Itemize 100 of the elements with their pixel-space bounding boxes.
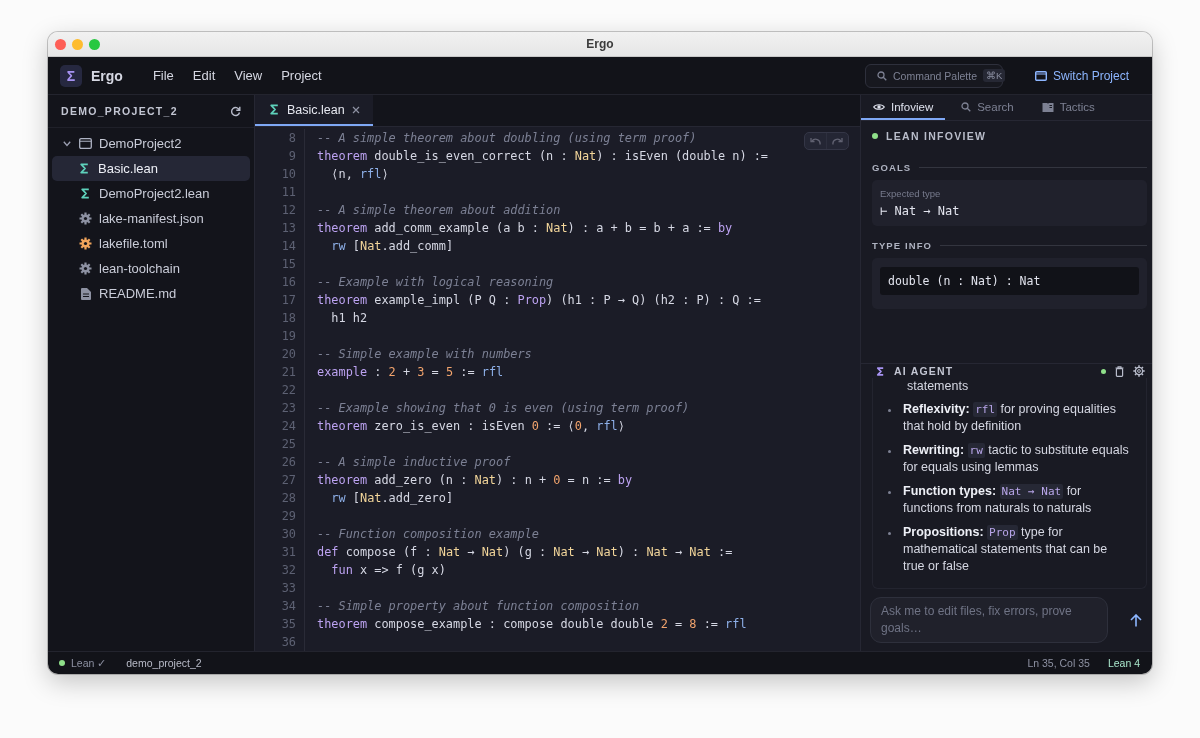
settings-button[interactable] <box>1133 365 1145 377</box>
code-line: theorem add_zero (n : Nat) : n + 0 = n := by <box>317 472 633 489</box>
line-number: 21 <box>280 364 296 381</box>
panel-title: AI AGENT <box>894 365 954 377</box>
code-line: -- Example showing that 0 is even (using term proof) <box>317 400 690 417</box>
line-number: 9 <box>287 148 296 165</box>
file-tree-item[interactable]: DemoProject2.lean <box>52 181 250 206</box>
shortcut-key: ⌘K <box>983 69 1006 82</box>
line-number: 26 <box>280 454 296 471</box>
line-number: 33 <box>280 580 296 597</box>
panel-tab[interactable]: Search <box>949 95 1026 120</box>
menu-item[interactable]: File <box>146 64 180 87</box>
maximize-button[interactable] <box>89 38 100 50</box>
code-line: h1 h2 <box>330 310 368 327</box>
line-number: 35 <box>280 616 296 633</box>
code-line: fun x => f (g x) <box>330 562 446 579</box>
document-icon <box>80 287 91 300</box>
folder-icon <box>79 138 92 149</box>
line-number: 30 <box>280 526 296 543</box>
gear-icon <box>79 262 92 275</box>
sigma-icon <box>876 366 885 376</box>
menu-item[interactable]: Project <box>275 64 328 87</box>
language-mode[interactable]: Lean 4 <box>1107 657 1140 669</box>
project-name: demo_project_2 <box>126 657 202 669</box>
panel-title: LEAN INFOVIEW <box>886 130 987 142</box>
close-icon <box>351 105 360 114</box>
line-number: 36 <box>280 634 296 651</box>
chat-input[interactable]: Ask me to edit files, fix errors, prove goals… <box>870 597 1108 643</box>
app-logo: Σ <box>60 64 82 87</box>
section-heading: GOALS <box>872 162 912 173</box>
menu-item[interactable]: Edit <box>186 64 222 87</box>
command-palette-button[interactable]: Command Palette ⌘K <box>864 63 1003 88</box>
code-line: def compose (f : Nat → Nat) (g : Nat → Nat) : Nat → Nat := <box>317 544 733 561</box>
line-number: 32 <box>280 562 296 579</box>
panel-tab[interactable]: Tactics <box>1029 95 1107 120</box>
sigma-icon <box>80 188 91 199</box>
refresh-icon <box>230 105 241 117</box>
code-line: -- A simple inductive proof <box>317 454 511 471</box>
trash-icon <box>1115 365 1124 377</box>
bullet-text: Rewriting: rw tactic to substitute equals for equals using lemmas <box>903 442 1130 476</box>
code-line: example : 2 + 3 = 5 := rfl <box>317 364 504 381</box>
panel-tab[interactable]: Infoview <box>861 95 946 120</box>
code-line: theorem zero_is_even : isEven 0 := ⟨0, rfl⟩ <box>317 418 625 435</box>
menu-item[interactable]: View <box>228 64 269 87</box>
delete-button[interactable] <box>1115 365 1124 377</box>
gear-icon <box>79 212 92 225</box>
code-line: theorem double_is_even_correct (n : Nat) : isEven (double n) := <box>317 148 769 165</box>
app-name: Ergo <box>91 67 123 84</box>
file-tree-item[interactable]: lakefile.toml <box>52 231 250 256</box>
undo-icon <box>810 137 821 145</box>
file-tree-item[interactable]: DemoProject2 <box>52 131 250 156</box>
chevron-icon <box>63 140 71 147</box>
folder-icon <box>1034 70 1047 81</box>
switch-project-button[interactable]: Switch Project <box>1032 66 1131 85</box>
sigma-icon <box>79 163 90 174</box>
sigma-icon <box>269 104 280 115</box>
code-line: theorem example_impl (P Q : Prop) (h1 : P → Q) (h2 : P) : Q := <box>317 292 761 309</box>
redo-icon <box>832 137 843 145</box>
code-line: rw [Nat.add_comm] <box>330 238 454 255</box>
line-number: 18 <box>280 310 296 327</box>
code-line: -- A simple theorem about addition <box>317 202 561 219</box>
gear-icon <box>79 237 92 250</box>
bullet-text: Propositions: Prop type for mathematical statements that can be true or false <box>903 524 1109 575</box>
file-tree-item[interactable]: lake-manifest.json <box>52 206 250 231</box>
line-number: 22 <box>280 382 296 399</box>
type-signature: double (n : Nat) : Nat <box>880 267 1139 295</box>
file-tab[interactable]: Basic.lean <box>255 95 373 126</box>
file-tree-item[interactable]: README.md <box>52 281 250 306</box>
arrow-up-icon <box>1130 613 1142 627</box>
line-number: 10 <box>280 166 296 183</box>
code-line: theorem add_comm_example (a b : Nat) : a + b = b + a := by <box>317 220 733 237</box>
lean-status: Lean ✓ <box>71 657 107 669</box>
minimize-button[interactable] <box>72 38 83 50</box>
line-number: 12 <box>280 202 296 219</box>
line-number: 24 <box>280 418 296 435</box>
line-number: 14 <box>280 238 296 255</box>
line-number: 19 <box>280 328 296 345</box>
code-line: ⟨n, rfl⟩ <box>330 166 389 183</box>
line-number: 31 <box>280 544 296 561</box>
bullet-text: Reflexivity: rfl for proving equalities that hold by definition <box>903 401 1117 435</box>
line-number: 29 <box>280 508 296 525</box>
project-title: DEMO_PROJECT_2 <box>61 105 178 117</box>
cursor-position: Ln 35, Col 35 <box>1027 657 1090 669</box>
file-tree-item[interactable]: Basic.lean <box>52 156 250 181</box>
goal-label: Expected type <box>880 188 942 199</box>
line-number: 13 <box>280 220 296 237</box>
settings-icon <box>1133 365 1145 377</box>
close-button[interactable] <box>55 38 66 50</box>
bullet-text: Function types: Nat → Nat for functions from naturals to naturals <box>903 483 1093 517</box>
code-line: -- Simple example with numbers <box>317 346 532 363</box>
line-number: 25 <box>280 436 296 453</box>
search-icon <box>876 70 887 81</box>
section-heading: TYPE INFO <box>872 240 933 251</box>
line-number: 28 <box>280 490 296 507</box>
search-icon <box>961 101 972 112</box>
line-number: 16 <box>280 274 296 291</box>
window-title: Ergo <box>586 37 614 51</box>
line-number: 27 <box>280 472 296 489</box>
message-text: statements <box>907 378 970 395</box>
file-tree-item[interactable]: lean-toolchain <box>52 256 250 281</box>
